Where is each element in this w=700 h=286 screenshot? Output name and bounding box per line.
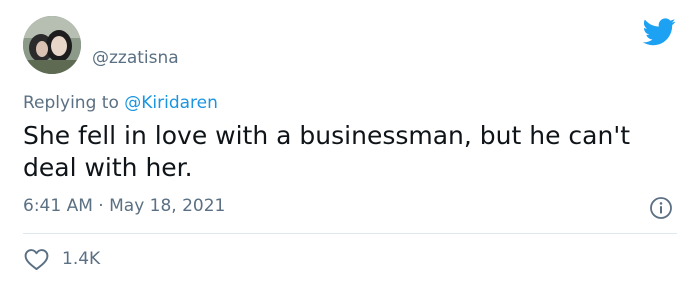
tweet-timestamp[interactable]: 6:41 AM · May 18, 2021 xyxy=(23,196,225,216)
divider xyxy=(23,233,677,234)
replying-to-prefix: Replying to xyxy=(23,93,125,113)
like-count: 1.4K xyxy=(62,249,101,269)
info-icon[interactable] xyxy=(649,196,673,220)
tweet-time[interactable]: 6:41 AM xyxy=(23,196,93,216)
timestamp-separator: · xyxy=(92,196,110,216)
like-button[interactable]: 1.4K xyxy=(23,247,100,271)
replying-to: Replying to @Kiridaren xyxy=(23,93,218,113)
display-name[interactable]: ㅤㅤㅤㅤ xyxy=(92,21,155,46)
tweet-card: ㅤㅤㅤㅤ @zzatisna Replying to @Kiridaren Sh… xyxy=(0,0,700,286)
avatar[interactable] xyxy=(23,16,81,74)
tweet-text: She fell in love with a businessman, but… xyxy=(23,121,631,182)
user-handle[interactable]: @zzatisna xyxy=(92,48,179,68)
tweet-date[interactable]: May 18, 2021 xyxy=(109,196,225,216)
heart-icon[interactable] xyxy=(23,247,50,271)
reply-mention-link[interactable]: @Kiridaren xyxy=(124,93,218,113)
twitter-bird-icon[interactable] xyxy=(643,18,676,46)
